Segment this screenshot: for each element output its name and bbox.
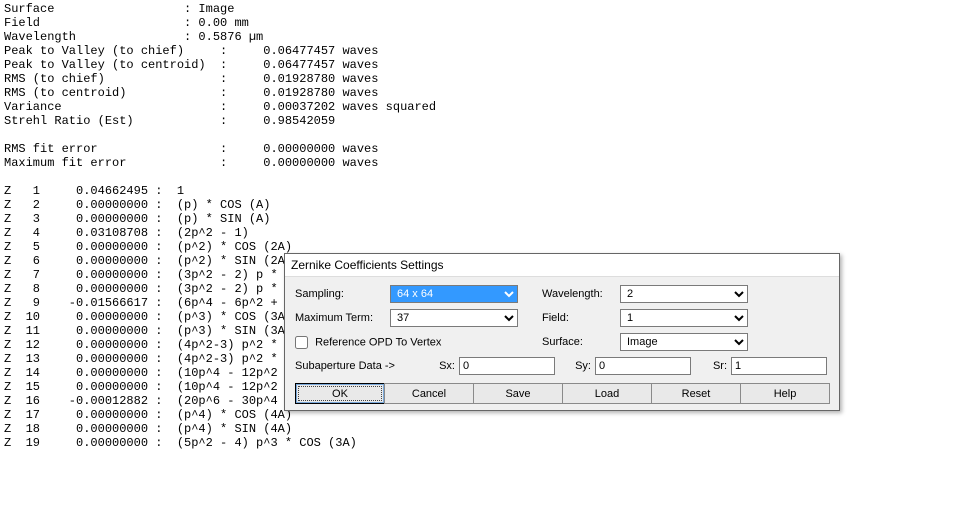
ok-button[interactable]: OK: [295, 383, 385, 404]
sx-label: Sx:: [435, 360, 455, 372]
field-label: Field:: [542, 312, 620, 324]
save-button[interactable]: Save: [473, 383, 563, 404]
refopd-label: Reference OPD To Vertex: [315, 336, 441, 348]
sampling-select[interactable]: 64 x 64: [390, 285, 518, 303]
zernike-settings-dialog: Zernike Coefficients Settings Sampling: …: [284, 253, 840, 411]
sr-input[interactable]: [731, 357, 827, 375]
maxterm-label: Maximum Term:: [295, 312, 390, 324]
wavelength-select[interactable]: 2: [620, 285, 748, 303]
sy-label: Sy:: [571, 360, 591, 372]
dialog-title: Zernike Coefficients Settings: [285, 254, 839, 277]
wavelength-label: Wavelength:: [542, 288, 620, 300]
surface-label: Surface:: [542, 336, 620, 348]
sampling-label: Sampling:: [295, 288, 390, 300]
help-button[interactable]: Help: [740, 383, 830, 404]
sx-input[interactable]: [459, 357, 555, 375]
surface-select[interactable]: Image: [620, 333, 748, 351]
sy-input[interactable]: [595, 357, 691, 375]
reset-button[interactable]: Reset: [651, 383, 741, 404]
sr-label: Sr:: [707, 360, 727, 372]
cancel-button[interactable]: Cancel: [384, 383, 474, 404]
field-select[interactable]: 1: [620, 309, 748, 327]
load-button[interactable]: Load: [562, 383, 652, 404]
refopd-checkbox[interactable]: [295, 336, 308, 349]
maxterm-select[interactable]: 37: [390, 309, 518, 327]
subaperture-label: Subaperture Data ->: [295, 360, 435, 372]
